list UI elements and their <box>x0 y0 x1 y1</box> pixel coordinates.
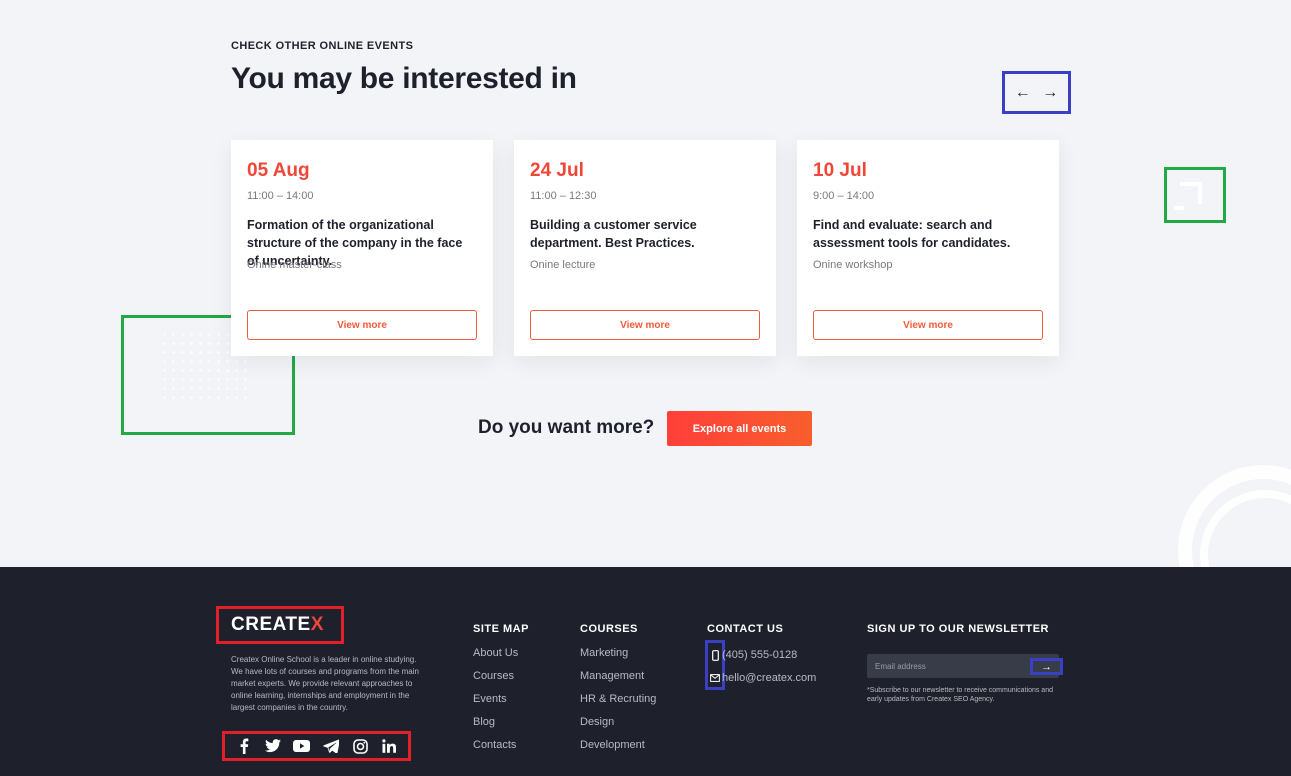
section-heading: You may be interested in <box>231 62 577 95</box>
newsletter-title: SIGN UP TO OUR NEWSLETTER <box>867 623 1049 635</box>
arrow-right-icon: → <box>1041 660 1052 673</box>
youtube-icon[interactable] <box>293 737 311 755</box>
twitter-icon[interactable] <box>264 737 282 755</box>
section-eyebrow: CHECK OTHER ONLINE EVENTS <box>231 40 414 52</box>
contact-title: CONTACT US <box>707 623 784 635</box>
explore-all-events-button[interactable]: Explore all events <box>667 411 812 446</box>
social-links <box>222 731 411 761</box>
email-input[interactable] <box>867 654 1029 678</box>
logo-text: CREATE <box>231 614 311 635</box>
event-type: Onine master-class <box>247 259 342 271</box>
contact-email-text: hello@createx.com <box>722 672 817 684</box>
logo-x: X <box>310 614 324 635</box>
logo-highlight: CREATEX <box>216 606 344 644</box>
event-time: 11:00 – 12:30 <box>530 190 597 202</box>
instagram-icon[interactable] <box>351 737 369 755</box>
event-time: 11:00 – 14:00 <box>247 190 314 202</box>
arrow-right-icon[interactable]: → <box>1042 84 1058 101</box>
event-card: 05 Aug 11:00 – 14:00 Formation of the or… <box>231 140 493 356</box>
site-map-list: About Us Courses Events Blog Contacts <box>473 647 518 762</box>
courses-title: COURSES <box>580 623 638 635</box>
site-footer: CREATEX Createx Online School is a leade… <box>0 567 1291 776</box>
course-link-hr[interactable]: HR & Recruting <box>580 693 656 716</box>
view-more-button[interactable]: View more <box>247 310 477 340</box>
event-date: 05 Aug <box>247 160 310 181</box>
carousel-nav: ← → <box>1002 71 1071 114</box>
newsletter-submit-button[interactable]: → <box>1030 658 1063 675</box>
site-map-link-contacts[interactable]: Contacts <box>473 739 518 762</box>
site-map-title: SITE MAP <box>473 623 529 635</box>
highlight-box-decoration <box>1164 167 1226 223</box>
contact-email[interactable]: hello@createx.com <box>708 671 816 685</box>
site-map-link-courses[interactable]: Courses <box>473 670 518 693</box>
event-card: 10 Jul 9:00 – 14:00 Find and evaluate: s… <box>797 140 1059 356</box>
view-more-button[interactable]: View more <box>813 310 1043 340</box>
newsletter-note: *Subscribe to our newsletter to receive … <box>867 687 1053 703</box>
view-more-button[interactable]: View more <box>530 310 760 340</box>
course-link-marketing[interactable]: Marketing <box>580 647 656 670</box>
event-title: Building a customer service department. … <box>530 218 697 250</box>
createx-logo[interactable]: CREATEX <box>231 614 324 636</box>
event-title: Find and evaluate: search and assessment… <box>813 218 1011 250</box>
linkedin-icon[interactable] <box>380 737 398 755</box>
event-type: Onine lecture <box>530 259 596 271</box>
phone-icon <box>708 648 722 662</box>
contact-phone[interactable]: (405) 555-0128 <box>708 648 797 662</box>
event-time: 9:00 – 14:00 <box>813 190 875 202</box>
course-link-management[interactable]: Management <box>580 670 656 693</box>
about-text: Createx Online School is a leader in onl… <box>231 655 419 712</box>
telegram-icon[interactable] <box>322 737 340 755</box>
event-title: Formation of the organizational structur… <box>247 218 463 268</box>
events-section: CHECK OTHER ONLINE EVENTS You may be int… <box>0 0 1291 567</box>
arrow-left-icon[interactable]: ← <box>1015 84 1031 101</box>
event-date: 10 Jul <box>813 160 867 181</box>
course-link-development[interactable]: Development <box>580 739 656 762</box>
courses-list: Marketing Management HR & Recruting Desi… <box>580 647 656 762</box>
contact-phone-text: (405) 555-0128 <box>722 649 798 661</box>
event-card: 24 Jul 11:00 – 12:30 Building a customer… <box>514 140 776 356</box>
site-map-link-blog[interactable]: Blog <box>473 716 518 739</box>
course-link-design[interactable]: Design <box>580 716 656 739</box>
mail-icon <box>708 671 722 685</box>
event-type: Onine workshop <box>813 259 893 271</box>
facebook-icon[interactable] <box>235 737 253 755</box>
site-map-link-events[interactable]: Events <box>473 693 518 716</box>
site-map-link-about[interactable]: About Us <box>473 647 518 670</box>
event-date: 24 Jul <box>530 160 584 181</box>
more-events-question: Do you want more? <box>478 417 655 438</box>
